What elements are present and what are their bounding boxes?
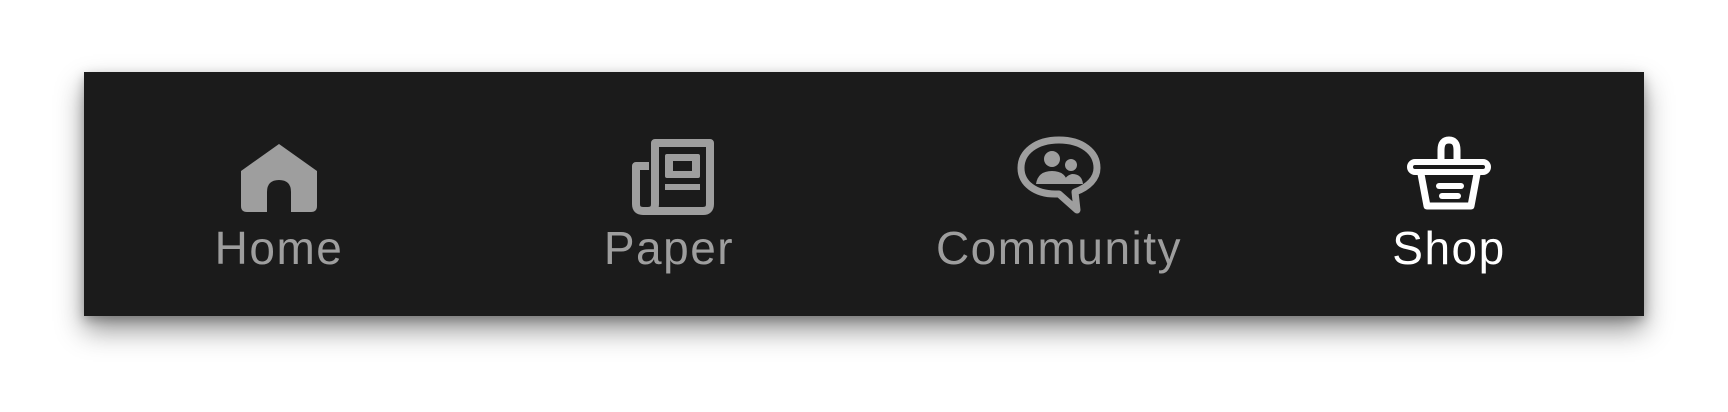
community-chat-icon bbox=[1011, 126, 1107, 222]
tab-community-label: Community bbox=[935, 222, 1183, 274]
tab-paper[interactable]: Paper bbox=[474, 72, 864, 316]
page: Home Paper Community Shop bbox=[0, 0, 1728, 412]
tab-community[interactable]: Community bbox=[864, 72, 1254, 316]
tab-home[interactable]: Home bbox=[84, 72, 474, 316]
tab-paper-label: Paper bbox=[603, 222, 735, 274]
shopping-basket-icon bbox=[1401, 126, 1497, 222]
tab-home-label: Home bbox=[214, 222, 344, 274]
home-icon bbox=[231, 126, 327, 222]
bottom-tab-bar: Home Paper Community Shop bbox=[84, 72, 1644, 316]
tab-shop-label: Shop bbox=[1392, 222, 1506, 274]
tab-shop[interactable]: Shop bbox=[1254, 72, 1644, 316]
newspaper-icon bbox=[621, 126, 717, 222]
